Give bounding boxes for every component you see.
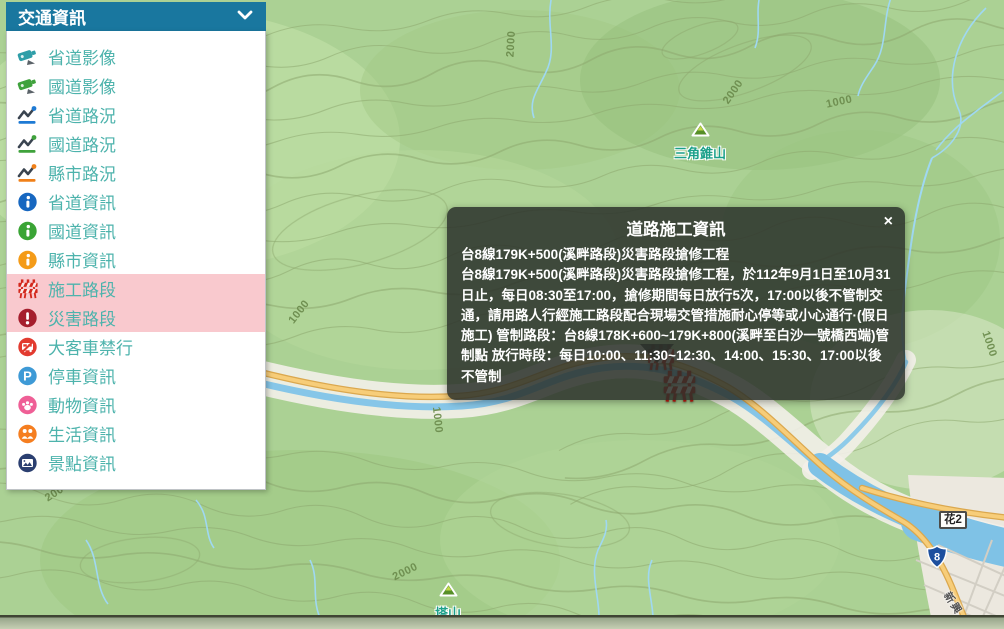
sidebar-item-provincial-info[interactable]: 省道資訊 <box>7 187 265 216</box>
sidebar-item-label: 生活資訊 <box>48 426 116 445</box>
chart-icon <box>17 134 39 154</box>
sidebar-item-animal-info[interactable]: 動物資訊 <box>7 390 265 419</box>
chart-icon <box>17 105 39 125</box>
chart-icon <box>17 163 39 183</box>
scenic-photo-icon <box>17 453 39 473</box>
sidebar-item-label: 國道資訊 <box>48 223 116 242</box>
county-road-badge: 花2 <box>939 511 967 529</box>
alert-icon <box>17 308 39 328</box>
popup-body: 台8線179K+500(溪畔路段)災害路段搶修工程 台8線179K+500(溪畔… <box>461 245 891 387</box>
info-icon <box>17 250 39 270</box>
contour-label: 2000 <box>504 30 518 58</box>
sidebar-item-label: 大客車禁行 <box>48 339 133 358</box>
info-icon <box>17 192 39 212</box>
popup-headline: 台8線179K+500(溪畔路段)災害路段搶修工程 <box>461 247 730 262</box>
sidebar-item-label: 施工路段 <box>48 281 116 300</box>
popup-detail: 台8線179K+500(溪畔路段)災害路段搶修工程，於112年9月1日至10月3… <box>461 267 891 384</box>
sidebar-item-national-cctv[interactable]: 國道影像 <box>7 71 265 100</box>
sidebar-item-county-info[interactable]: 縣市資訊 <box>7 245 265 274</box>
sidebar-item-national-info[interactable]: 國道資訊 <box>7 216 265 245</box>
mountain-name: 三角錐山 <box>673 146 727 161</box>
panel-menu: 省道影像 國道影像 省道路況 國道路況 縣市路況 省道資訊 國道資訊 縣市資訊 … <box>6 31 266 490</box>
sidebar-item-label: 縣市路況 <box>48 165 116 184</box>
sidebar-item-label: 動物資訊 <box>48 397 116 416</box>
sidebar-item-provincial-traffic[interactable]: 省道路況 <box>7 100 265 129</box>
construction-info-popup: × 道路施工資訊 台8線179K+500(溪畔路段)災害路段搶修工程 台8線17… <box>447 207 905 400</box>
close-icon[interactable]: × <box>884 214 893 230</box>
sidebar-item-national-traffic[interactable]: 國道路況 <box>7 129 265 158</box>
cctv-icon <box>17 47 39 67</box>
paw-icon <box>17 395 39 415</box>
cctv-icon <box>17 76 39 96</box>
sidebar-item-county-traffic[interactable]: 縣市路況 <box>7 158 265 187</box>
info-icon <box>17 221 39 241</box>
sidebar-item-label: 省道資訊 <box>48 194 116 213</box>
sidebar-item-construction-sections[interactable]: 施工路段 <box>7 274 265 303</box>
provincial-highway-shield: 8 <box>926 545 948 574</box>
sidebar-item-disaster-sections[interactable]: 災害路段 <box>7 303 265 332</box>
sidebar-item-label: 國道路況 <box>48 136 116 155</box>
parking-icon: P <box>17 366 39 386</box>
popup-title: 道路施工資訊 <box>626 221 726 239</box>
sidebar-item-parking-info[interactable]: P 停車資訊 <box>7 361 265 390</box>
construction-icon <box>17 278 39 299</box>
panel-title: 交通資訊 <box>18 9 86 28</box>
sidebar-item-label: 省道影像 <box>48 49 116 68</box>
mountain-icon <box>438 582 457 602</box>
sidebar-item-label: 景點資訊 <box>48 455 116 474</box>
mountain-icon <box>690 122 709 142</box>
sidebar-item-scenic-info[interactable]: 景點資訊 <box>7 448 265 477</box>
sidebar-item-label: 災害路段 <box>48 310 116 329</box>
svg-text:P: P <box>23 368 32 383</box>
sidebar-item-label: 停車資訊 <box>48 368 116 387</box>
shield-number: 8 <box>934 552 940 564</box>
mountain-marker-sanjiaozhui: 三角錐山 <box>674 122 726 162</box>
chevron-down-icon[interactable] <box>236 7 254 27</box>
sidebar-item-label: 縣市資訊 <box>48 252 116 271</box>
people-icon <box>17 424 39 444</box>
sidebar-item-label: 省道路況 <box>48 107 116 126</box>
panel-header[interactable]: 交通資訊 <box>6 2 266 31</box>
sidebar-item-bus-restriction[interactable]: 大客車禁行 <box>7 332 265 361</box>
sidebar-item-life-info[interactable]: 生活資訊 <box>7 419 265 448</box>
sidebar-item-provincial-cctv[interactable]: 省道影像 <box>7 42 265 71</box>
bus-ban-icon <box>17 337 39 357</box>
map-edge-strip <box>0 615 1004 629</box>
sidebar-item-label: 國道影像 <box>48 78 116 97</box>
traffic-info-panel: 交通資訊 省道影像 國道影像 省道路況 國道路況 縣市路況 省道資訊 國道資訊 … <box>6 2 266 490</box>
